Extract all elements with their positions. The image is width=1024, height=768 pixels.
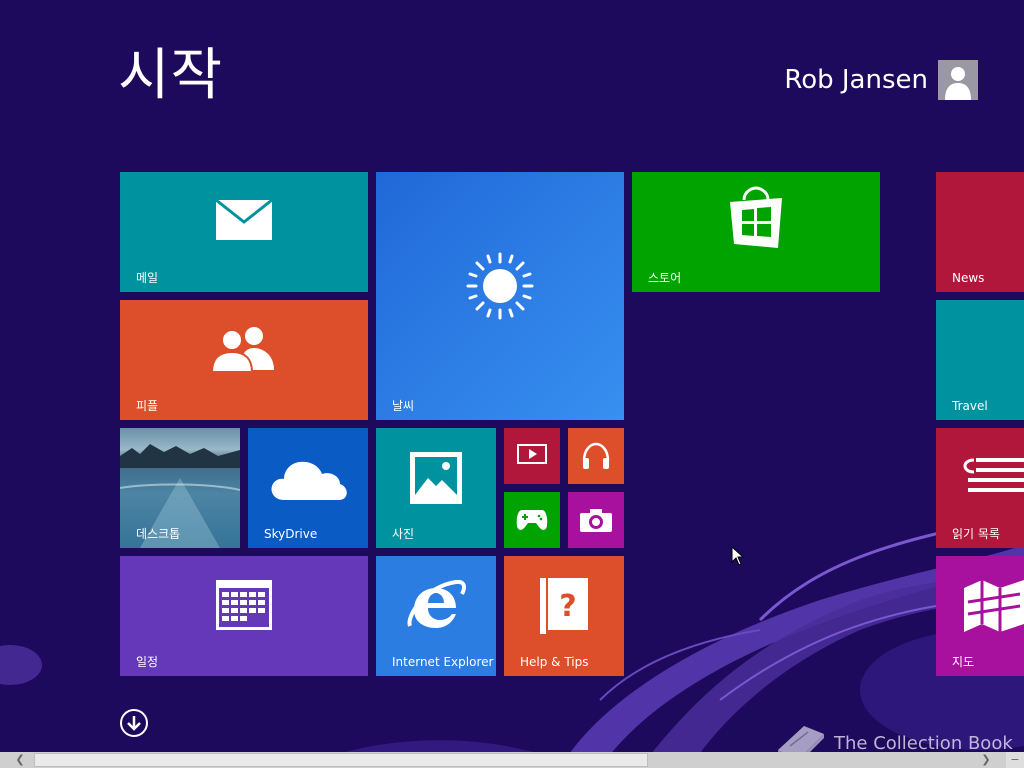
tile-weather[interactable]: 날씨: [376, 172, 624, 420]
cloud-icon: [271, 461, 347, 500]
tile-desktop[interactable]: 데스크톱: [120, 428, 240, 548]
arrow-down-icon: [127, 716, 141, 731]
map-icon: [964, 580, 1024, 632]
tile-label: 지도: [952, 655, 975, 669]
tile-skydrive[interactable]: SkyDrive: [248, 428, 368, 548]
tile-camera[interactable]: [568, 492, 624, 548]
tile-photos[interactable]: 사진: [376, 428, 496, 548]
calendar-icon: [216, 580, 272, 630]
tile-maps[interactable]: 지도: [936, 556, 1024, 676]
tile-label: 사진: [392, 527, 415, 541]
photo-icon: [410, 452, 462, 504]
headphones-icon: [582, 442, 610, 469]
scroll-thumb[interactable]: [34, 753, 648, 767]
tile-label: 읽기 목록: [952, 527, 1000, 541]
video-icon: [517, 444, 547, 464]
tile-internet-explorer[interactable]: Internet Explorer: [376, 556, 496, 676]
user-account[interactable]: Rob Jansen: [784, 60, 978, 100]
camera-icon: [580, 509, 612, 532]
internet-explorer-icon: [407, 579, 466, 628]
avatar[interactable]: [938, 60, 978, 100]
tile-label: SkyDrive: [264, 527, 318, 541]
tile-mail[interactable]: 메일: [120, 172, 368, 292]
tile-label: 메일: [136, 271, 159, 285]
tile-video[interactable]: [504, 428, 560, 484]
tile-label: Help & Tips: [520, 655, 589, 669]
watermark-text: The Collection Book: [834, 732, 1013, 754]
mouse-cursor-icon: [731, 546, 745, 566]
scroll-left-arrow[interactable]: ❮: [12, 752, 28, 768]
tile-calendar[interactable]: 일정: [120, 556, 368, 676]
horizontal-scrollbar[interactable]: ❮ ❯ −: [0, 752, 1024, 768]
gamepad-icon: [516, 510, 548, 530]
tile-games[interactable]: [504, 492, 560, 548]
reading-list-icon: [963, 458, 1024, 492]
tile-help-tips[interactable]: ? Help & Tips: [504, 556, 624, 676]
tile-label: 날씨: [392, 399, 415, 413]
people-icon: [210, 327, 274, 372]
svg-text:?: ?: [559, 589, 576, 624]
tile-store[interactable]: 스토어: [632, 172, 880, 292]
user-name: Rob Jansen: [784, 65, 928, 95]
tile-news[interactable]: News: [936, 172, 1024, 292]
tile-label: 일정: [136, 655, 159, 669]
tile-reading-list[interactable]: 읽기 목록: [936, 428, 1024, 548]
mail-icon: [216, 200, 272, 240]
zoom-out-button[interactable]: −: [1006, 752, 1024, 768]
help-book-icon: ?: [540, 578, 588, 634]
tile-label: 피플: [136, 399, 159, 413]
tile-label: 스토어: [648, 271, 682, 285]
sun-icon: [466, 252, 534, 320]
tile-label: 데스크톱: [136, 527, 181, 541]
tile-label: Travel: [952, 399, 988, 413]
user-silhouette-icon: [945, 67, 971, 100]
store-bag-icon: [730, 186, 782, 248]
scroll-right-arrow[interactable]: ❯: [978, 752, 994, 768]
tile-travel[interactable]: Travel: [936, 300, 1024, 420]
tile-label: Internet Explorer: [392, 655, 494, 669]
page-title: 시작: [118, 43, 224, 108]
tile-label: News: [952, 271, 985, 285]
tile-people[interactable]: 피플: [120, 300, 368, 420]
tile-music[interactable]: [568, 428, 624, 484]
all-apps-button[interactable]: [120, 709, 148, 737]
